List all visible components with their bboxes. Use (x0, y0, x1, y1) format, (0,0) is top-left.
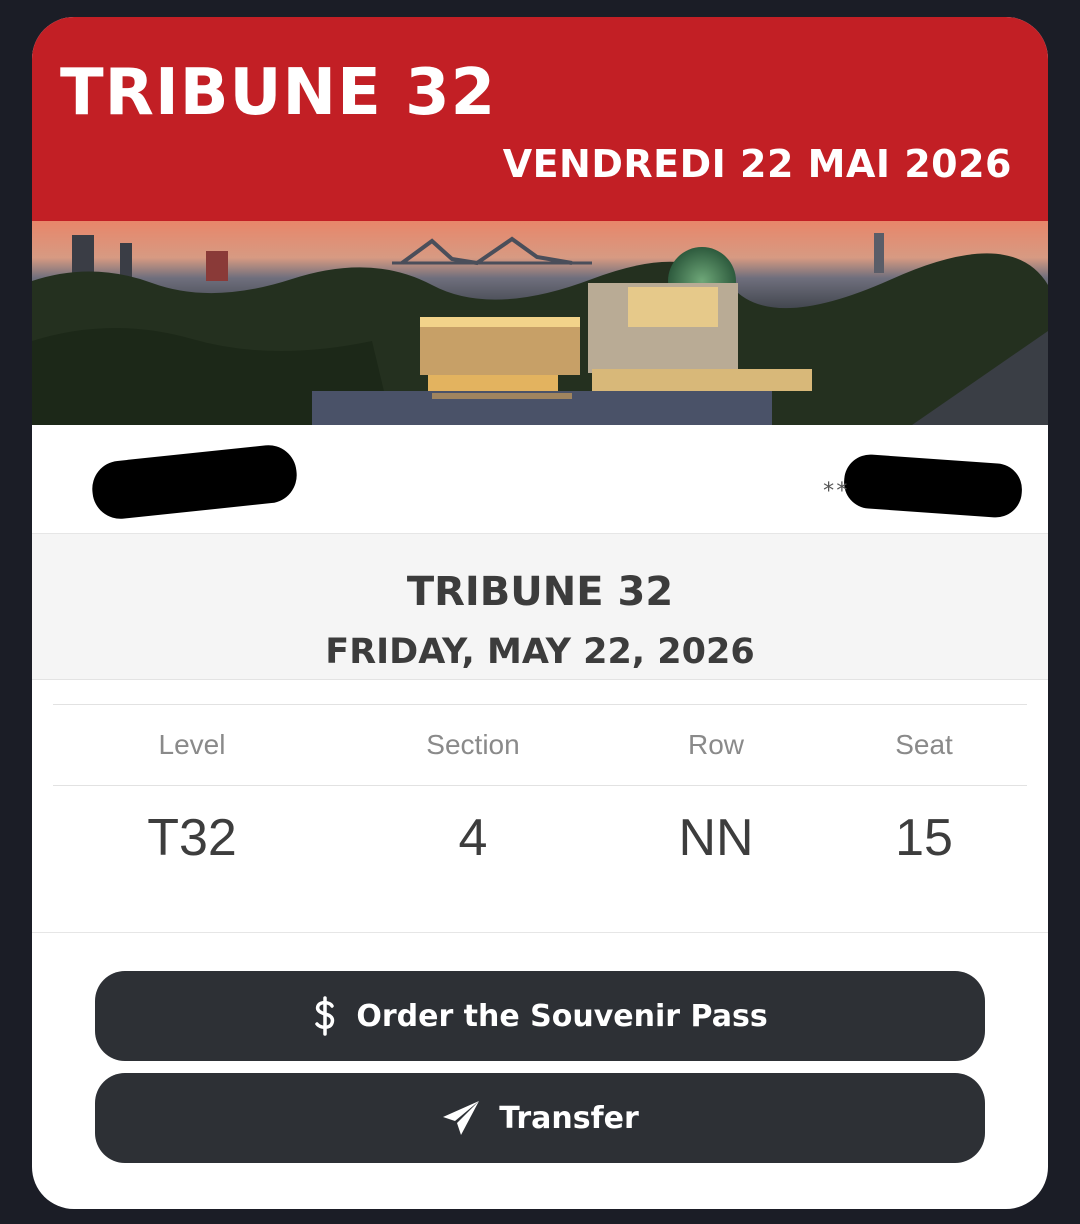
table-divider (53, 785, 1027, 786)
level-label: Level (158, 729, 226, 760)
redacted-ticket-id (842, 452, 1024, 520)
section-divider (32, 932, 1048, 933)
dollar-icon (312, 996, 338, 1036)
paper-plane-icon (441, 1099, 481, 1137)
venue-photo (32, 221, 1048, 425)
event-summary: TRIBUNE 32 FRIDAY, MAY 22, 2026 (32, 533, 1048, 680)
event-date: FRIDAY, MAY 22, 2026 (325, 632, 755, 672)
row-label: Row (687, 729, 745, 760)
header-title: TRIBUNE 32 (60, 56, 497, 130)
level-value: T32 (147, 809, 237, 867)
ticket-card: TRIBUNE 32 VENDREDI 22 MAI 2026 ** TRIBU… (32, 17, 1048, 1209)
ticket-header: TRIBUNE 32 VENDREDI 22 MAI 2026 (32, 17, 1048, 221)
section-label: Section (426, 729, 520, 760)
order-souvenir-pass-button[interactable]: Order the Souvenir Pass (95, 971, 985, 1061)
seat-details: Level Section Row Seat T32 4 NN 15 (53, 704, 1027, 932)
ticket-holder-row (32, 425, 1048, 533)
transfer-button-label: Transfer (499, 1100, 639, 1136)
transfer-button[interactable]: Transfer (95, 1073, 985, 1163)
masked-ticket-number: ** (822, 479, 849, 504)
row-value: NN (678, 809, 754, 867)
event-title: TRIBUNE 32 (406, 569, 674, 615)
section-value: 4 (458, 809, 488, 867)
seat-label: Seat (895, 729, 953, 760)
table-divider (53, 704, 1027, 705)
header-date: VENDREDI 22 MAI 2026 (502, 142, 1012, 186)
seat-value: 15 (895, 809, 953, 867)
souvenir-button-label: Order the Souvenir Pass (356, 998, 768, 1034)
redacted-name (89, 442, 300, 522)
